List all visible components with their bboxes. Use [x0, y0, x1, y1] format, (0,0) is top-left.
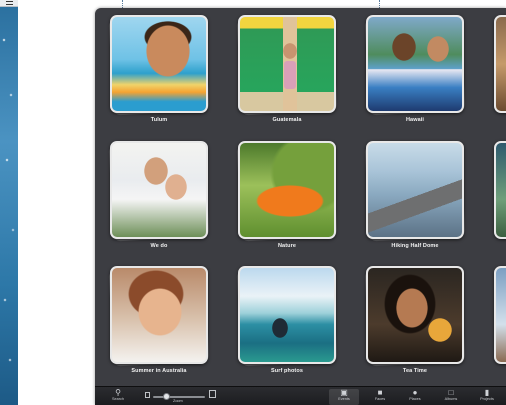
places-label: Places	[409, 397, 421, 401]
event-title: Tea Time	[402, 368, 428, 374]
event-title: Hiking Half Dome	[391, 243, 439, 249]
event-key-photo[interactable]	[110, 15, 208, 113]
albums-label: Albums	[444, 397, 458, 401]
places-button[interactable]: ● Places	[400, 389, 430, 405]
event-tile[interactable]: Tulum	[108, 14, 210, 127]
zoom-slider[interactable]	[153, 393, 205, 400]
event-key-photo[interactable]	[494, 141, 506, 239]
events-icon: ▣	[340, 388, 348, 397]
faces-icon: ■	[377, 388, 383, 397]
event-key-photo[interactable]	[366, 15, 464, 113]
events-label: Events	[338, 397, 350, 401]
event-tile[interactable]: Tea Time	[364, 265, 466, 378]
zoom-control: Zoom	[95, 389, 225, 405]
event-title: Nature	[277, 243, 297, 249]
event-title: Tulum	[150, 117, 168, 123]
projects-icon: ▮	[484, 388, 490, 397]
desktop-background	[0, 0, 18, 405]
menu-bar	[0, 0, 18, 7]
event-tile-partial[interactable]	[492, 141, 506, 253]
event-tile[interactable]: Hiking Half Dome	[364, 140, 466, 253]
iphoto-window: Tulum Guatemala Hawaii We do Nature Hiki…	[95, 8, 506, 405]
faces-button[interactable]: ■ Faces	[365, 389, 395, 405]
event-tile[interactable]: Summer in Australia	[108, 265, 210, 378]
albums-button[interactable]: □ Albums	[436, 389, 466, 405]
zoom-label: Zoom	[173, 399, 183, 403]
event-key-photo[interactable]	[238, 15, 336, 113]
event-tile[interactable]: Hawaii	[364, 14, 466, 127]
event-tile[interactable]: We do	[108, 140, 210, 253]
zoom-in-icon[interactable]	[209, 390, 216, 398]
event-tile[interactable]: Guatemala	[236, 14, 338, 127]
event-tile-partial[interactable]	[492, 15, 506, 127]
event-key-photo[interactable]	[238, 141, 336, 239]
event-key-photo[interactable]	[110, 266, 208, 364]
bottom-toolbar: ⚲ Search Zoom ▣ Events ■ Faces ● Places …	[95, 386, 506, 405]
event-key-photo[interactable]	[366, 141, 464, 239]
event-key-photo[interactable]	[494, 15, 506, 113]
event-key-photo[interactable]	[494, 266, 506, 364]
faces-label: Faces	[374, 397, 386, 401]
album-icon: □	[448, 388, 454, 397]
projects-label: Projects	[480, 397, 494, 401]
event-key-photo[interactable]	[110, 141, 208, 239]
event-tile[interactable]: Surf photos	[236, 265, 338, 378]
event-tile[interactable]: Nature	[236, 140, 338, 253]
projects-button[interactable]: ▮ Projects	[472, 389, 502, 405]
event-tile-partial[interactable]	[492, 266, 506, 378]
globe-icon: ●	[412, 388, 418, 397]
event-title: Summer in Australia	[131, 368, 187, 374]
zoom-out-icon[interactable]	[145, 392, 150, 398]
event-title: We do	[150, 243, 168, 249]
events-button[interactable]: ▣ Events	[329, 389, 359, 405]
menu-extra-icon[interactable]	[6, 1, 13, 5]
event-key-photo[interactable]	[366, 266, 464, 364]
zoom-slider-knob[interactable]	[162, 393, 170, 400]
event-title: Guatemala	[272, 117, 302, 123]
event-title: Surf photos	[271, 368, 303, 374]
event-title: Hawaii	[405, 117, 425, 123]
desktop-wallpaper	[0, 0, 18, 405]
event-key-photo[interactable]	[238, 266, 336, 364]
events-grid: Tulum Guatemala Hawaii We do Nature Hiki…	[95, 8, 506, 386]
